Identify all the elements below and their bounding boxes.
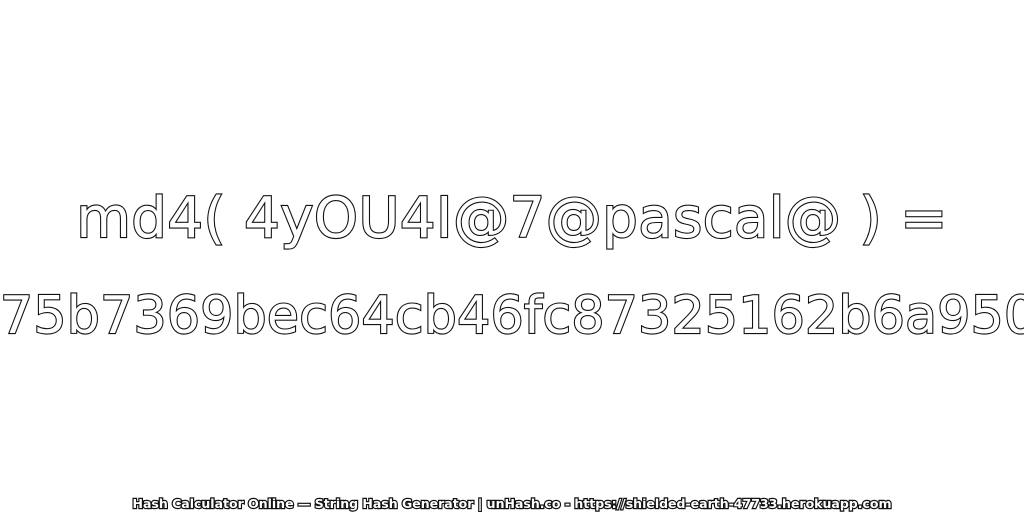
hash-expression: md4( 4yOU4I@7@pascal@ ) =: [75, 185, 948, 252]
site-footer-caption: Hash Calculator Online — String Hash Gen…: [131, 495, 892, 512]
hash-value: 75b7369bec64cb46fc87325162b6a950: [0, 285, 1024, 347]
hash-result-canvas: md4( 4yOU4I@7@pascal@ ) = 75b7369bec64cb…: [0, 0, 1024, 512]
